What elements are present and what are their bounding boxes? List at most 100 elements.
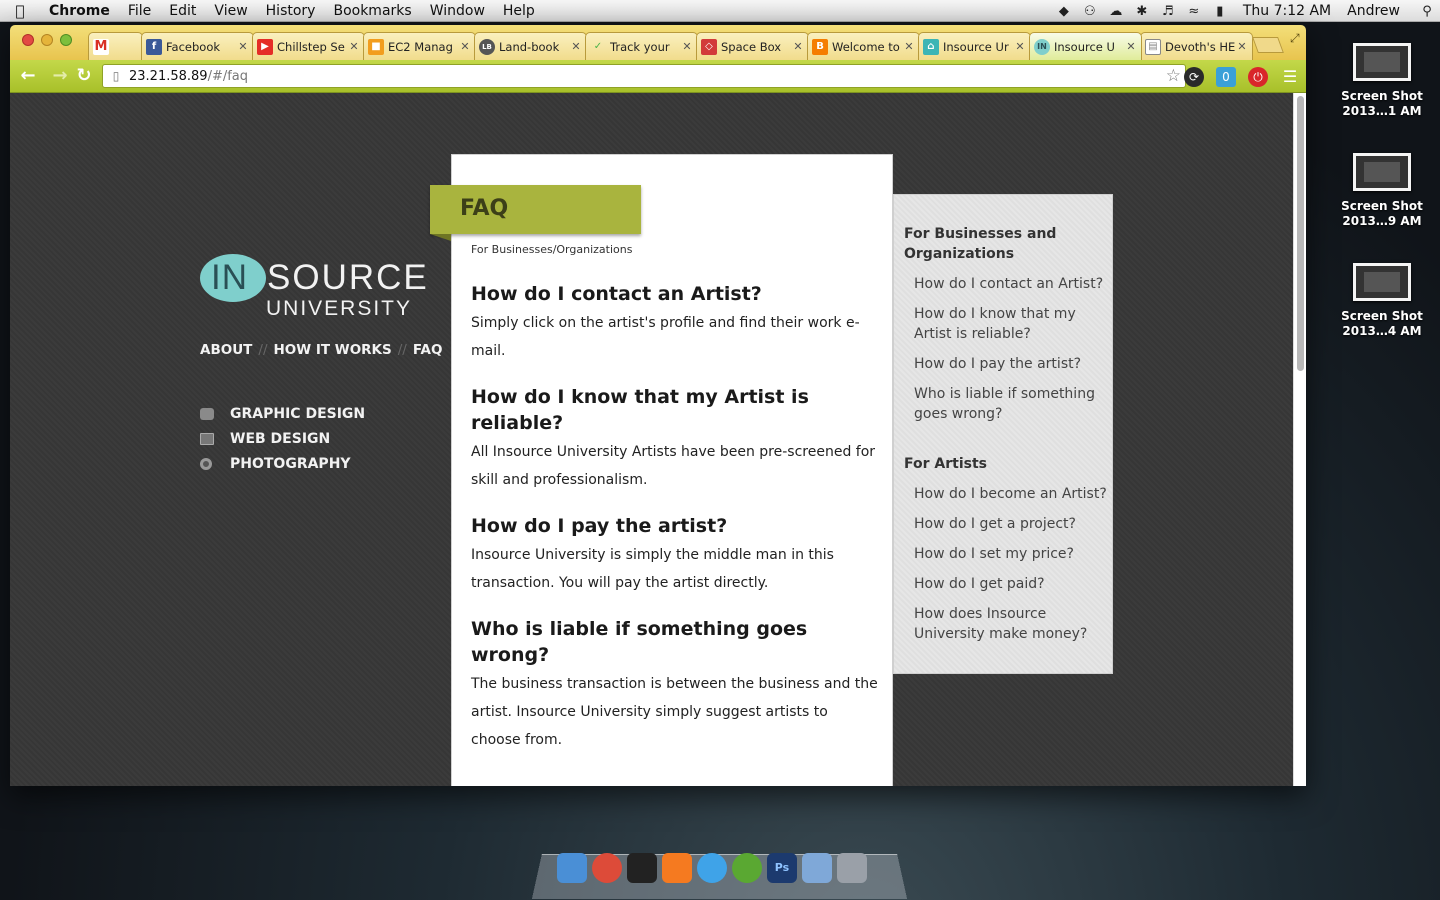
menu-app-chrome[interactable]: Chrome [40,3,119,19]
chrome-menu-icon[interactable]: ☰ [1280,67,1300,87]
tab-facebook[interactable]: f Facebook ✕ [141,32,254,60]
tab-landbook[interactable]: LB Land-book ✕ [474,32,587,60]
new-tab-button[interactable] [1252,37,1284,53]
tab-label: Welcome to [832,39,900,54]
bluetooth-icon[interactable]: ✱ [1129,4,1155,19]
wifi-icon[interactable]: ≈ [1181,4,1207,19]
tab-close-icon[interactable]: ✕ [348,40,360,53]
menu-help[interactable]: Help [494,3,544,19]
blogger-icon: B [812,38,828,55]
track-icon: ✓ [593,41,603,52]
sidebar-link-artist-reliable[interactable]: How do I know that my Artist is reliable… [914,304,1109,344]
desktop-file-screenshot[interactable]: Screen Shot 2013…9 AM [1330,153,1434,229]
sidebar-link-make-money[interactable]: How does Insource University make money? [914,604,1109,644]
menu-file[interactable]: File [119,3,160,19]
tab-close-icon[interactable]: ✕ [1014,40,1026,53]
tab-spacebox[interactable]: ◇ Space Box ✕ [696,32,809,60]
tab-insource-active[interactable]: IN Insource U ✕ [1029,32,1142,60]
extension-badge-count: 0 [1222,70,1230,84]
tab-label: EC2 Manag [388,39,453,54]
apple-icon[interactable]:  [0,2,40,20]
menu-view[interactable]: View [205,3,256,19]
battery-icon[interactable]: ▮ [1207,4,1233,19]
adblock-icon[interactable]: ⏻ [1248,67,1268,87]
tab-close-icon[interactable]: ✕ [570,40,582,53]
desktop-file-screenshot[interactable]: Screen Shot 2013…4 AM [1330,263,1434,339]
reload-button[interactable]: ↻ [72,65,96,87]
dropbox-icon[interactable]: ◆ [1051,4,1077,19]
sidebar-link-pay-artist[interactable]: How do I pay the artist? [914,354,1109,374]
window-zoom-button[interactable] [60,34,72,46]
adium-icon[interactable] [732,853,762,883]
tab-insource-1[interactable]: ⌂ Insource Ur ✕ [918,32,1031,60]
category-web-design[interactable]: WEB DESIGN [200,426,365,451]
tab-label: Land-book [499,39,560,54]
category-graphic-design[interactable]: GRAPHIC DESIGN [200,401,365,426]
tab-label: Insource U [1054,39,1115,54]
menu-edit[interactable]: Edit [160,3,205,19]
faq-item: How do I know that my Artist is reliable… [471,384,879,494]
tab-ec2[interactable]: ■ EC2 Manag ✕ [363,32,476,60]
page-scrollbar[interactable] [1293,93,1306,786]
tab-close-icon[interactable]: ✕ [903,40,915,53]
tab-close-icon[interactable]: ✕ [681,40,693,53]
tab-close-icon[interactable]: ✕ [459,40,471,53]
sidebar-link-contact-artist[interactable]: How do I contact an Artist? [914,274,1109,294]
sidebar-link-liable[interactable]: Who is liable if something goes wrong? [914,384,1109,424]
tab-close-icon[interactable]: ✕ [1236,40,1248,53]
tab-youtube[interactable]: ▶ Chillstep Se ✕ [252,32,365,60]
tab-welcome[interactable]: B Welcome to ✕ [807,32,920,60]
menubar-clock[interactable]: Thu 7:12 AM [1233,3,1341,19]
menu-history[interactable]: History [257,3,325,19]
file-name-line1: Screen Shot [1341,309,1423,323]
applications-folder-icon[interactable] [802,853,832,883]
file-name-line2: 2013…1 AM [1342,104,1422,118]
sidebar-link-get-project[interactable]: How do I get a project? [914,514,1109,534]
scrollbar-thumb[interactable] [1297,96,1304,371]
volume-icon[interactable]: ♬ [1155,4,1181,19]
tab-close-icon[interactable]: ✕ [792,40,804,53]
nav-faq[interactable]: FAQ [413,342,443,358]
insource-logo[interactable]: IN SOURCE UNIVERSITY [200,254,427,324]
terminal-icon[interactable] [627,853,657,883]
sidebar-link-get-paid[interactable]: How do I get paid? [914,574,1109,594]
finder-icon[interactable] [557,853,587,883]
category-label: GRAPHIC DESIGN [230,405,366,422]
address-bar[interactable]: ▯ 23.21.58.89 /#/faq ☆ [102,64,1186,88]
menu-bookmarks[interactable]: Bookmarks [324,3,420,19]
file-name-line1: Screen Shot [1341,89,1423,103]
spotlight-search-icon[interactable]: ⚲ [1414,4,1440,19]
tab-gmail[interactable]: M [88,32,143,60]
menubar-user[interactable]: Andrew [1341,3,1414,19]
photoshop-icon[interactable]: Ps [767,853,797,883]
chrome-icon[interactable] [592,853,622,883]
desktop-file-screenshot[interactable]: Screen Shot 2013…1 AM [1330,43,1434,119]
trash-icon[interactable] [837,853,867,883]
extension-badge-icon[interactable]: 0 [1216,67,1236,87]
back-button[interactable]: ← [16,65,40,87]
fullscreen-icon[interactable]: ⤢ [1290,31,1300,46]
bookmark-star-icon[interactable]: ☆ [1166,66,1181,86]
logo-university-text: UNIVERSITY [266,297,413,320]
headphones-icon[interactable]: ⚇ [1077,4,1103,19]
category-photography[interactable]: PHOTOGRAPHY [200,451,365,476]
cloud-icon[interactable]: ☁ [1103,4,1129,19]
window-minimize-button[interactable] [41,34,53,46]
insource-icon: ⌂ [923,38,939,55]
window-close-button[interactable] [22,34,34,46]
faq-question: How do I contact an Artist? [471,283,762,305]
nav-how-it-works[interactable]: HOW IT WORKS [274,342,392,358]
tab-close-icon[interactable]: ✕ [237,40,249,53]
camera-icon [200,457,212,470]
tab-track[interactable]: ✓ Track your ✕ [585,32,698,60]
forward-button[interactable]: → [48,65,72,87]
sidebar-link-become-artist[interactable]: How do I become an Artist? [914,484,1109,504]
tab-close-icon[interactable]: ✕ [1125,40,1137,53]
menu-window[interactable]: Window [421,3,494,19]
tab-devoth[interactable]: ▤ Devoth's HE ✕ [1140,32,1253,60]
nav-about[interactable]: ABOUT [200,342,252,358]
sidebar-link-set-price[interactable]: How do I set my price? [914,544,1109,564]
extension-sync-icon[interactable]: ⟳ [1184,67,1204,87]
messages-icon[interactable] [697,853,727,883]
xampp-icon[interactable] [662,853,692,883]
